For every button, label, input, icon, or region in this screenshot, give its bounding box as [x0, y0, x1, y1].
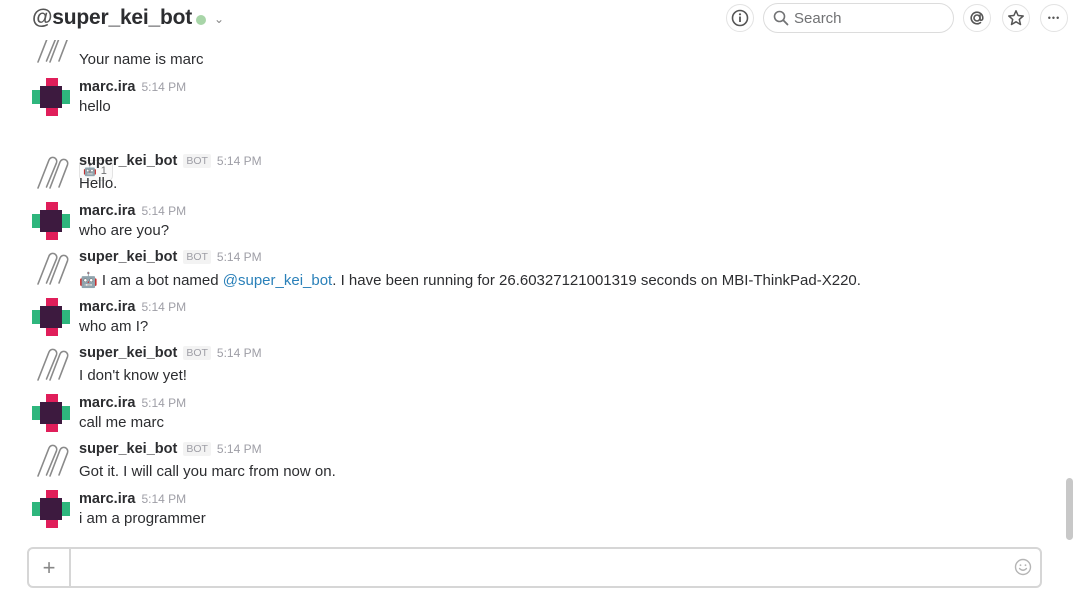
bot-badge: BOT [183, 250, 211, 264]
message-text: Got it. I will call you marc from now on… [79, 463, 336, 480]
message-timestamp[interactable]: 5:14 PM [141, 492, 186, 506]
star-button[interactable] [1002, 4, 1030, 32]
more-icon: ••• [1047, 13, 1061, 23]
paperclip-avatar-icon [37, 40, 68, 63]
sender-name[interactable]: super_kei_bot [79, 249, 177, 265]
mentions-button[interactable] [963, 4, 991, 32]
message-text-part: I am a bot named [97, 272, 223, 289]
bot-badge: BOT [183, 442, 211, 456]
sender-name[interactable]: marc.ira [79, 395, 135, 411]
presence-online-icon [196, 15, 206, 25]
sender-name[interactable]: super_kei_bot [79, 441, 177, 457]
paperclip-avatar-icon[interactable] [32, 154, 70, 192]
message-text: Your name is marc [79, 51, 204, 68]
message-timestamp[interactable]: 5:14 PM [217, 442, 262, 456]
message-sender[interactable]: super_kei_bot BOT 5:14 PM [79, 153, 262, 169]
emoji-icon[interactable] [1014, 558, 1032, 576]
message-text: call me marc [79, 414, 165, 431]
message-sender[interactable]: marc.ira 5:14 PM [79, 79, 186, 95]
message-timestamp[interactable]: 5:14 PM [217, 346, 262, 360]
bot-badge: BOT [183, 346, 211, 360]
message-text: i am a programmer [79, 510, 206, 527]
bot-badge: BOT [183, 154, 211, 168]
channel-info-button[interactable] [726, 4, 754, 32]
message-timestamp[interactable]: 5:14 PM [141, 300, 186, 314]
plus-icon: + [42, 554, 56, 580]
message-text: who are you? [79, 222, 170, 239]
user-mention-link[interactable]: @super_kei_bot [223, 272, 332, 289]
attach-button[interactable]: + [29, 549, 71, 586]
message-timestamp[interactable]: 5:14 PM [217, 250, 262, 264]
at-prefix: @ [32, 6, 53, 29]
robot-emoji-icon: 🤖 [79, 272, 98, 289]
message-sender[interactable]: marc.ira 5:14 PM [79, 299, 186, 315]
sender-name[interactable]: marc.ira [79, 203, 135, 219]
sender-name[interactable]: marc.ira [79, 491, 135, 507]
message-text: Hello. [79, 175, 118, 192]
message-sender[interactable]: super_kei_bot BOT 5:14 PM [79, 441, 262, 457]
star-icon [1008, 10, 1024, 26]
message-composer: + [27, 547, 1042, 588]
scrollbar-track[interactable] [1064, 40, 1074, 540]
message-list: Your name is marc marc.ira 5:14 PM hello … [0, 40, 1062, 540]
sender-name[interactable]: marc.ira [79, 299, 135, 315]
info-icon [731, 9, 749, 27]
message-text-part: . I have been running for 26.60327121001… [332, 272, 861, 289]
chevron-down-icon[interactable]: ⌄ [214, 12, 224, 26]
message-text: hello [79, 98, 111, 115]
paperclip-avatar-icon[interactable] [32, 442, 70, 480]
search-box[interactable] [763, 3, 954, 33]
message-text: I don't know yet! [79, 367, 187, 384]
message-text: who am I? [79, 318, 149, 335]
message-timestamp[interactable]: 5:14 PM [217, 154, 262, 168]
marc-avatar-icon[interactable] [32, 490, 70, 528]
scrollbar-thumb[interactable] [1066, 478, 1073, 540]
sender-name[interactable]: super_kei_bot [79, 153, 177, 169]
more-actions-button[interactable]: ••• [1040, 4, 1068, 32]
message-input[interactable] [77, 557, 997, 577]
message-sender[interactable]: marc.ira 5:14 PM [79, 395, 186, 411]
marc-avatar-icon[interactable] [32, 78, 70, 116]
marc-avatar-icon[interactable] [32, 298, 70, 336]
message-sender[interactable]: marc.ira 5:14 PM [79, 491, 186, 507]
message-sender[interactable]: marc.ira 5:14 PM [79, 203, 186, 219]
paperclip-avatar-icon[interactable] [32, 250, 70, 288]
at-sign-icon [970, 11, 984, 25]
search-input[interactable] [794, 8, 944, 28]
message-text: 🤖 I am a bot named @super_kei_bot. I hav… [79, 271, 861, 289]
sender-name[interactable]: super_kei_bot [79, 345, 177, 361]
message-timestamp[interactable]: 5:14 PM [141, 80, 186, 94]
message-timestamp[interactable]: 5:14 PM [141, 396, 186, 410]
search-icon [773, 10, 789, 26]
message-sender[interactable]: super_kei_bot BOT 5:14 PM [79, 249, 262, 265]
channel-name: super_kei_bot [52, 6, 193, 29]
message-timestamp[interactable]: 5:14 PM [141, 204, 186, 218]
channel-title[interactable]: @super_kei_bot [32, 6, 192, 30]
paperclip-avatar-icon[interactable] [32, 346, 70, 384]
marc-avatar-icon[interactable] [32, 394, 70, 432]
channel-header: @super_kei_bot ⌄ ••• [0, 0, 1080, 40]
message-sender[interactable]: super_kei_bot BOT 5:14 PM [79, 345, 262, 361]
marc-avatar-icon[interactable] [32, 202, 70, 240]
sender-name[interactable]: marc.ira [79, 79, 135, 95]
